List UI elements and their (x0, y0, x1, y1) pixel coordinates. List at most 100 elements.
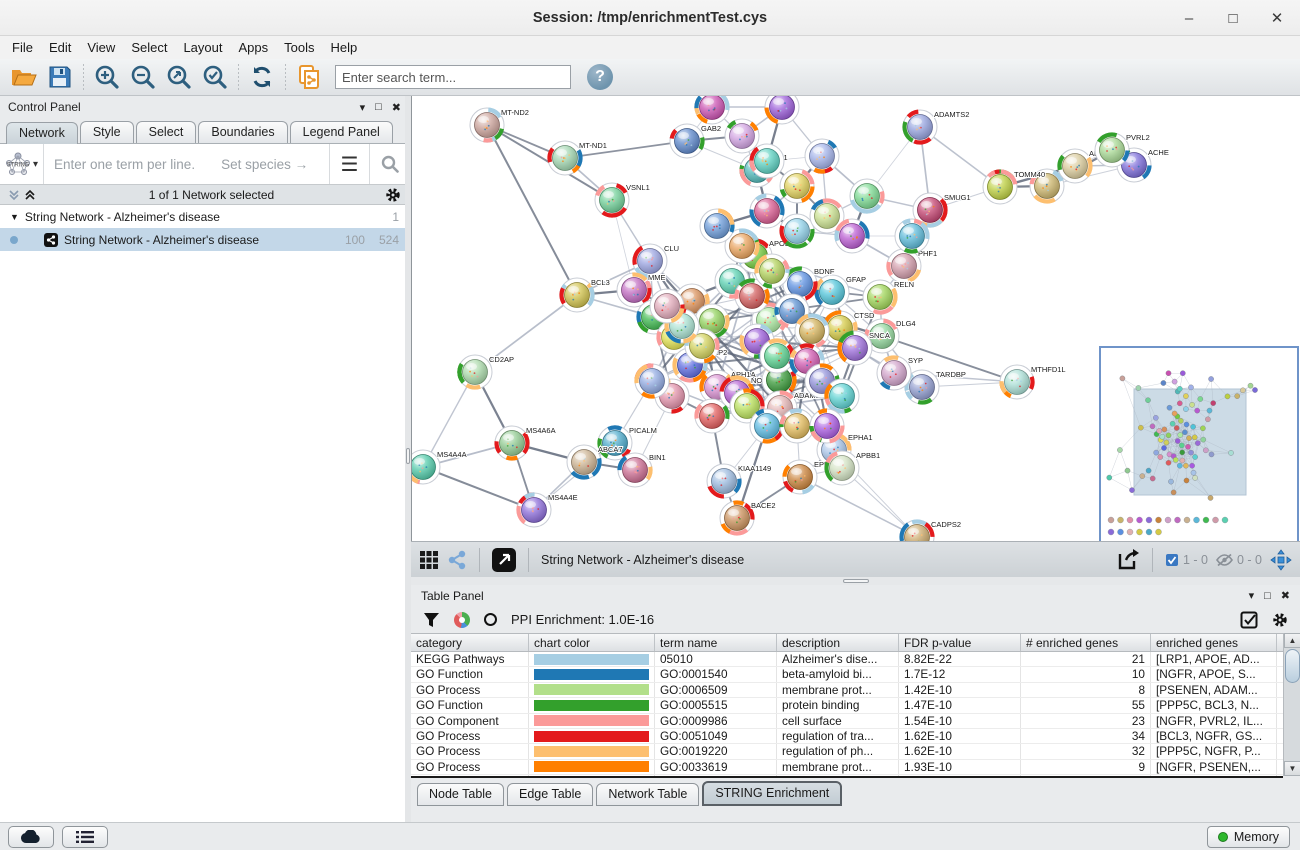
menu-file[interactable]: File (4, 38, 41, 57)
zoom-out-button[interactable] (129, 63, 157, 91)
zoom-selected-button[interactable] (201, 63, 229, 91)
network-node-bcl3[interactable]: BCL3 (560, 278, 610, 312)
maximize-icon[interactable]: □ (1224, 10, 1242, 27)
tab-network-table[interactable]: Network Table (596, 783, 699, 806)
task-list-button[interactable] (62, 826, 108, 848)
network-node-cd2ap[interactable]: CD2AP (458, 355, 514, 389)
close-icon[interactable]: ✕ (1268, 9, 1286, 27)
string-logo-icon[interactable]: STRING ▾ (0, 144, 44, 184)
network-node[interactable] (805, 139, 839, 173)
menu-apps[interactable]: Apps (231, 38, 277, 57)
network-row[interactable]: String Network - Alzheimer's disease 100… (0, 228, 409, 251)
network-node-ms4a4a[interactable]: MS4A4A (412, 450, 467, 484)
panel-float-icon[interactable]: ▾ (1249, 589, 1255, 602)
fullscreen-network-icon[interactable] (492, 548, 516, 572)
tab-legend-panel[interactable]: Legend Panel (290, 121, 393, 143)
panel-close-icon[interactable]: ✖ (1281, 589, 1290, 602)
export-network-icon[interactable] (1116, 548, 1140, 572)
birdseye-view-panel[interactable] (1099, 346, 1299, 541)
chart-icon[interactable] (454, 612, 470, 628)
table-row[interactable]: GO FunctionGO:0001540beta-amyloid bi...1… (411, 667, 1283, 682)
panel-float-icon[interactable]: ▾ (360, 101, 366, 114)
string-search-icon[interactable] (369, 144, 409, 184)
set-species-link[interactable]: Set species → (221, 157, 308, 172)
network-node-cadps2[interactable]: CADPS2 (900, 520, 961, 541)
table-row[interactable]: GO ProcessGO:0051049regulation of tra...… (411, 729, 1283, 744)
network-node-reln[interactable]: RELN (863, 280, 914, 314)
ring-chart-icon[interactable] (484, 613, 497, 626)
gear-icon[interactable] (385, 187, 401, 203)
zoom-fit-button[interactable] (165, 63, 193, 91)
network-node[interactable] (780, 214, 814, 248)
tab-select[interactable]: Select (136, 121, 197, 143)
network-node[interactable] (780, 169, 814, 203)
network-node[interactable] (750, 144, 784, 178)
table-row[interactable]: GO ProcessGO:0019220regulation of ph...1… (411, 744, 1283, 759)
network-node-ms4a4e[interactable]: MS4A4E (517, 493, 578, 527)
save-session-button[interactable] (46, 63, 74, 91)
network-node-tardbp[interactable]: TARDBP (905, 370, 966, 404)
table-vertical-scrollbar[interactable]: ▲ ▼ (1283, 633, 1300, 776)
help-icon[interactable]: ? (587, 64, 613, 90)
tab-boundaries[interactable]: Boundaries (198, 121, 287, 143)
clone-network-button[interactable] (295, 63, 323, 91)
column-header-enriched-genes[interactable]: enriched genes (1151, 634, 1277, 651)
network-node-mthfd1l[interactable]: MTHFD1L (1000, 365, 1066, 399)
table-row[interactable]: GO ProcessGO:0033619membrane prot...1.93… (411, 760, 1283, 775)
table-row[interactable]: KEGG Pathways05010Alzheimer's dise...8.8… (411, 652, 1283, 667)
tab-string-enrichment[interactable]: STRING Enrichment (702, 781, 842, 806)
network-collection-row[interactable]: ▼ String Network - Alzheimer's disease 1 (0, 205, 409, 228)
network-node-abca7[interactable]: ABCA7 (567, 445, 623, 479)
column-header-term-name[interactable]: term name (655, 634, 777, 651)
panel-maximize-icon[interactable]: □ (375, 101, 382, 113)
filter-icon[interactable] (423, 612, 440, 628)
open-session-button[interactable] (10, 63, 38, 91)
network-node[interactable] (750, 409, 784, 443)
network-node[interactable] (835, 219, 869, 253)
eye-off-icon[interactable] (1216, 553, 1233, 567)
network-node[interactable] (825, 379, 859, 413)
menu-view[interactable]: View (79, 38, 123, 57)
birdseye-toggle-icon[interactable] (1270, 549, 1292, 571)
panel-maximize-icon[interactable]: □ (1264, 590, 1271, 602)
automation-cloud-button[interactable] (8, 826, 54, 848)
network-node-bace2[interactable]: BACE2 (720, 501, 776, 535)
network-node-phf1[interactable]: PHF1 (887, 249, 937, 283)
network-node[interactable] (755, 254, 789, 288)
menu-edit[interactable]: Edit (41, 38, 79, 57)
panel-close-icon[interactable]: ✖ (392, 101, 401, 114)
table-row[interactable]: GO ProcessGO:0006509membrane prot...1.42… (411, 683, 1283, 698)
network-node[interactable] (895, 219, 929, 253)
network-node[interactable] (695, 96, 729, 124)
tree-collapse-icon[interactable]: ▼ (10, 212, 19, 222)
network-node[interactable] (635, 364, 669, 398)
network-node-ms4a6a[interactable]: MS4A6A (495, 426, 556, 460)
network-node-gab2[interactable]: GAB2 (670, 124, 721, 158)
collapse-expand-icons[interactable] (8, 189, 38, 201)
column-header-FDR-p-value[interactable]: FDR p-value (899, 634, 1021, 651)
search-input[interactable] (335, 65, 571, 89)
string-term-input[interactable]: Enter one term per line. (54, 157, 195, 172)
tab-node-table[interactable]: Node Table (417, 783, 504, 806)
column-header-description[interactable]: description (777, 634, 899, 651)
network-node[interactable] (725, 119, 759, 153)
menu-help[interactable]: Help (323, 38, 366, 57)
tab-edge-table[interactable]: Edge Table (507, 783, 593, 806)
network-node[interactable] (795, 314, 829, 348)
network-node-gfap[interactable]: GFAP (815, 275, 866, 309)
network-node[interactable] (700, 209, 734, 243)
column-header-chart-color[interactable]: chart color (529, 634, 655, 651)
tab-style[interactable]: Style (80, 121, 134, 143)
scroll-up-icon[interactable]: ▲ (1284, 633, 1300, 648)
string-menu-icon[interactable]: ☰ (329, 144, 369, 184)
tab-network[interactable]: Network (6, 122, 78, 144)
column-header--enriched-genes[interactable]: # enriched genes (1021, 634, 1151, 651)
selected-checkbox-icon[interactable] (1165, 553, 1179, 567)
refresh-icon[interactable] (248, 63, 276, 91)
table-row[interactable]: GO ComponentGO:0009986cell surface1.54E-… (411, 714, 1283, 729)
network-node[interactable] (810, 409, 844, 443)
network-node[interactable] (750, 194, 784, 228)
grid-mode-icon[interactable] (419, 550, 439, 570)
gear-icon[interactable] (1272, 612, 1288, 628)
network-node-mt-nd2[interactable]: MT-ND2 (470, 108, 529, 142)
